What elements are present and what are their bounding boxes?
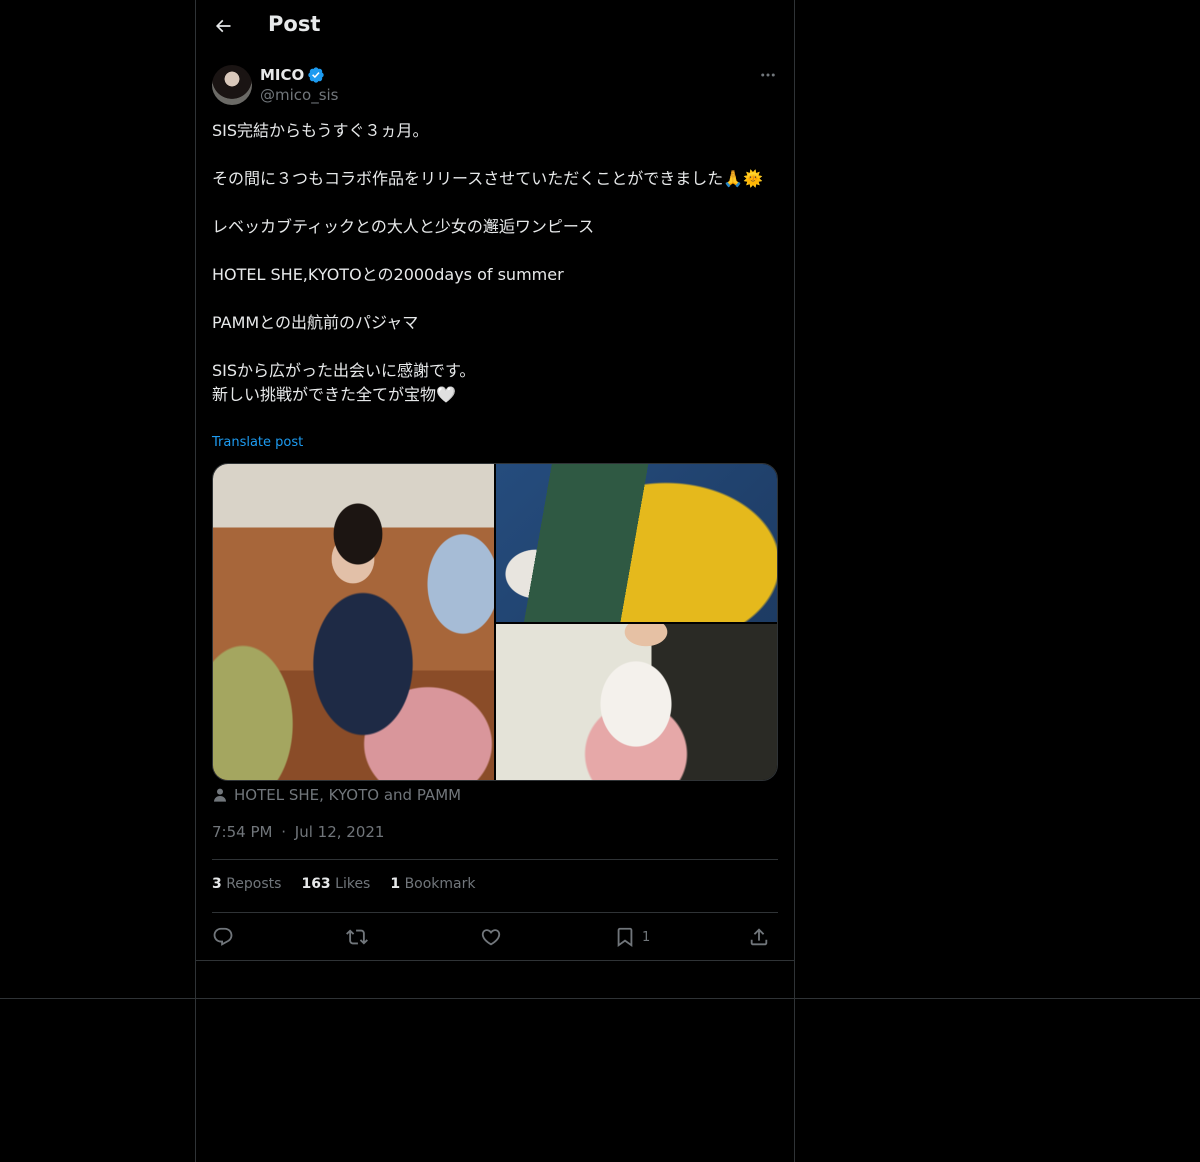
column-border-right bbox=[794, 0, 795, 1162]
avatar[interactable] bbox=[212, 65, 252, 105]
post-author: MICO @mico_sis bbox=[212, 65, 778, 107]
share-button[interactable] bbox=[748, 924, 770, 950]
media-grid bbox=[212, 463, 778, 781]
likes-label: Likes bbox=[335, 876, 371, 892]
like-button[interactable] bbox=[480, 924, 502, 950]
display-name[interactable]: MICO bbox=[260, 66, 304, 84]
reposts-label: Reposts bbox=[226, 876, 282, 892]
repost-icon bbox=[346, 926, 368, 948]
post-stats: 3 Reposts 163 Likes 1 Bookmark bbox=[212, 876, 476, 892]
more-options-button[interactable] bbox=[758, 65, 778, 85]
post-text: SIS完結からもうすぐ３ヵ月。 その間に３つもコラボ作品をリリースさせていただく… bbox=[212, 121, 764, 404]
bookmark-button[interactable]: 1 bbox=[614, 924, 650, 950]
arrow-left-icon bbox=[213, 16, 233, 36]
page: Post MICO @mico_sis SIS完結からもうすぐ３ヵ月。 その間に… bbox=[0, 0, 1200, 1162]
divider bbox=[212, 859, 778, 860]
repost-button[interactable] bbox=[346, 924, 368, 950]
reposts-stat[interactable]: 3 Reposts bbox=[212, 876, 281, 892]
photo-1[interactable] bbox=[213, 464, 494, 780]
likes-stat[interactable]: 163 Likes bbox=[301, 876, 370, 892]
post-column: Post MICO @mico_sis SIS完結からもうすぐ３ヵ月。 その間に… bbox=[196, 0, 794, 961]
post-timestamp[interactable]: 7:54 PM · Jul 12, 2021 bbox=[212, 823, 384, 841]
likes-count: 163 bbox=[301, 876, 331, 892]
reply-icon bbox=[212, 926, 234, 948]
post-bottom-divider bbox=[196, 960, 794, 961]
bookmarks-count: 1 bbox=[390, 876, 401, 892]
action-bar: 1 bbox=[212, 924, 778, 950]
more-dots-icon bbox=[759, 66, 777, 84]
post-time: 7:54 PM bbox=[212, 823, 273, 841]
post-header: Post bbox=[196, 0, 794, 53]
share-icon bbox=[748, 926, 770, 948]
photo-3[interactable] bbox=[496, 624, 777, 780]
tagged-users-label: HOTEL SHE, KYOTO and PAMM bbox=[234, 786, 462, 804]
bookmark-icon bbox=[614, 926, 636, 948]
timestamp-separator: · bbox=[281, 823, 287, 841]
reposts-count: 3 bbox=[212, 876, 222, 892]
heart-icon bbox=[480, 926, 502, 948]
footer-divider bbox=[0, 998, 1200, 999]
translate-post-link[interactable]: Translate post bbox=[212, 435, 303, 450]
column-border-left bbox=[195, 0, 196, 1162]
photo-2[interactable] bbox=[496, 464, 777, 622]
bookmark-count: 1 bbox=[642, 929, 651, 945]
verified-badge-icon bbox=[307, 66, 325, 84]
divider bbox=[212, 912, 778, 913]
bookmarks-label: Bookmark bbox=[404, 876, 476, 892]
tagged-users[interactable]: HOTEL SHE, KYOTO and PAMM bbox=[212, 786, 461, 804]
reply-button[interactable] bbox=[212, 924, 234, 950]
bookmarks-stat[interactable]: 1 Bookmark bbox=[390, 876, 475, 892]
post-date: Jul 12, 2021 bbox=[294, 823, 385, 841]
display-name-row: MICO bbox=[260, 66, 325, 84]
page-title: Post bbox=[268, 12, 321, 36]
back-button[interactable] bbox=[208, 11, 238, 41]
user-handle[interactable]: @mico_sis bbox=[260, 86, 339, 104]
person-icon bbox=[212, 787, 228, 803]
